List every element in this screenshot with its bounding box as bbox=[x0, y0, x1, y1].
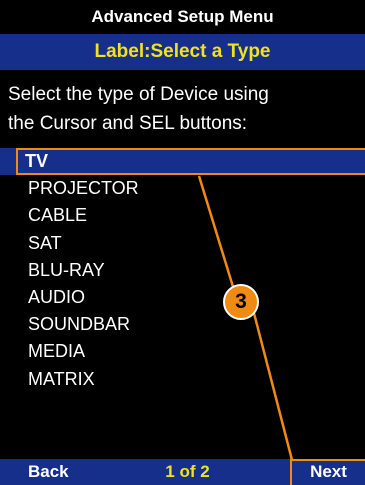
list-item-label: MATRIX bbox=[28, 368, 95, 389]
instructions-line-2: the Cursor and SEL buttons: bbox=[8, 113, 248, 134]
device-type-list: TV PROJECTOR CABLE SAT BLU-RAY AUDIO SOU… bbox=[0, 148, 365, 393]
list-item-matrix[interactable]: MATRIX bbox=[0, 366, 365, 393]
list-item-projector[interactable]: PROJECTOR bbox=[0, 175, 365, 202]
list-item-label: CABLE bbox=[28, 205, 88, 226]
instructions-line-1: Select the type of Device using bbox=[8, 84, 269, 105]
instructions: Select the type of Device using the Curs… bbox=[8, 80, 358, 138]
selection-highlight-box bbox=[16, 148, 365, 175]
next-highlight-box bbox=[290, 459, 365, 485]
list-item-label: PROJECTOR bbox=[28, 178, 139, 199]
list-item-label: AUDIO bbox=[28, 286, 86, 307]
list-item-soundbar[interactable]: SOUNDBAR bbox=[0, 311, 365, 338]
list-item-label: BLU-RAY bbox=[28, 259, 105, 280]
list-item-audio[interactable]: AUDIO bbox=[0, 284, 365, 311]
page-subtitle: Label:Select a Type bbox=[0, 34, 365, 70]
list-item-label: SOUNDBAR bbox=[28, 314, 131, 335]
list-item-label: MEDIA bbox=[28, 341, 86, 362]
list-item-sat[interactable]: SAT bbox=[0, 230, 365, 257]
list-item-blu-ray[interactable]: BLU-RAY bbox=[0, 257, 365, 284]
page-title: Advanced Setup Menu bbox=[0, 0, 365, 34]
callout-badge: 3 bbox=[223, 284, 259, 320]
list-item-media[interactable]: MEDIA bbox=[0, 338, 365, 365]
remote-screen: Advanced Setup Menu Label:Select a Type … bbox=[0, 0, 365, 485]
list-item-cable[interactable]: CABLE bbox=[0, 202, 365, 229]
list-item-label: SAT bbox=[28, 232, 62, 253]
